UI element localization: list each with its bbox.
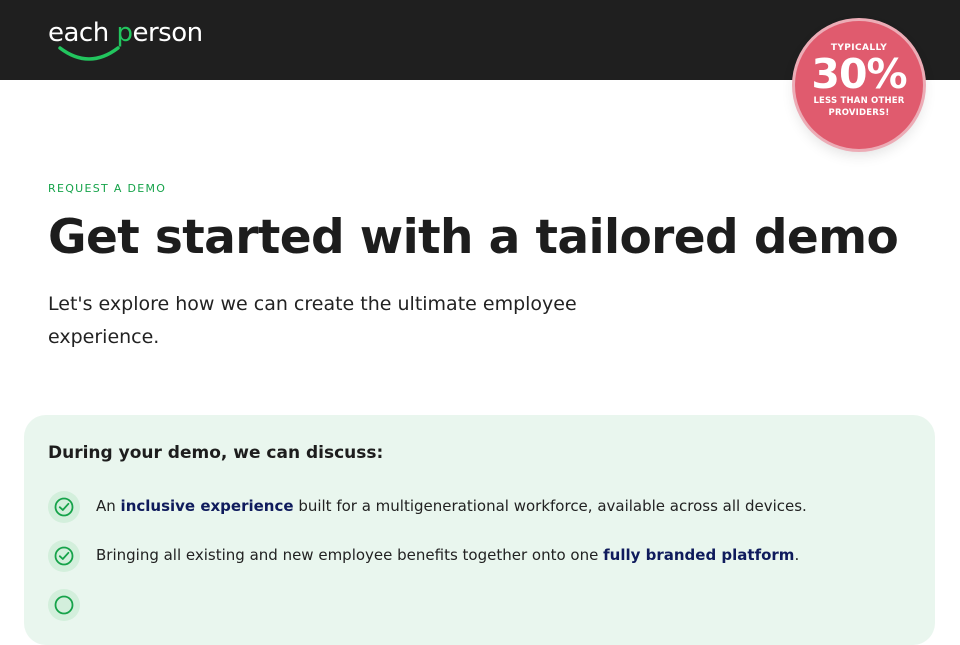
list-item [48, 589, 908, 621]
demo-topics-card: During your demo, we can discuss: An inc… [24, 415, 935, 645]
savings-badge: TYPICALLY 30% LESS THAN OTHER PROVIDERS! [795, 21, 923, 149]
card-heading: During your demo, we can discuss: [48, 443, 384, 463]
list-item-text: Bringing all existing and new employee b… [96, 546, 800, 564]
page-subtitle: Let's explore how we can create the ulti… [48, 293, 577, 348]
badge-percentage: 30% [811, 50, 907, 98]
logo-wordmark: each person [48, 18, 203, 48]
list-item: Bringing all existing and new employee b… [48, 540, 908, 572]
check-circle-icon [48, 491, 80, 523]
eyebrow-label: REQUEST A DEMO [48, 182, 167, 195]
list-item-text: An inclusive experience built for a mult… [96, 497, 807, 515]
page-title: Get started with a tailored demo [48, 210, 899, 265]
check-circle-icon [48, 589, 80, 621]
smile-icon [58, 46, 120, 61]
check-circle-icon [48, 540, 80, 572]
badge-line-2: PROVIDERS! [828, 108, 890, 118]
badge-line-1: LESS THAN OTHER [813, 96, 905, 106]
list-item: An inclusive experience built for a mult… [48, 491, 908, 523]
each-person-logo[interactable]: each person [48, 16, 208, 62]
highlight-fully-branded-platform: fully branded platform [603, 546, 795, 564]
highlight-inclusive-experience: inclusive experience [120, 497, 294, 515]
